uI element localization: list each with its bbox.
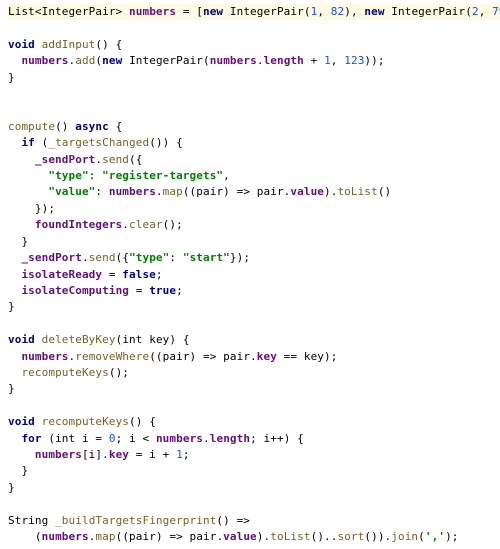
code-line: }	[8, 481, 15, 494]
code-line: String _buildTargetsFingerprint() =>	[8, 514, 250, 527]
code-line: numbers[i].key = i + 1;	[8, 448, 190, 461]
code-line	[8, 21, 15, 34]
code-line: numbers.add(new IntegerPair(numbers.leng…	[8, 54, 385, 67]
code-line: _sendPort.send({	[8, 153, 142, 166]
code-line: "value": numbers.map((pair) => pair.valu…	[8, 185, 391, 198]
code-line: }	[8, 464, 28, 477]
code-line: numbers.removeWhere((pair) => pair.key =…	[8, 350, 337, 363]
code-line: "type": "register-targets",	[8, 169, 230, 182]
code-line: _sendPort.send({"type": "start"});	[8, 251, 250, 264]
code-line	[8, 317, 15, 330]
code-line: for (int i = 0; i < numbers.length; i++)…	[8, 432, 304, 445]
code-line	[8, 87, 15, 100]
code-line: compute() async {	[8, 120, 122, 133]
code-line: }	[8, 71, 15, 84]
code-line	[8, 399, 15, 412]
code-line: }	[8, 235, 28, 248]
code-line: if (_targetsChanged()) {	[8, 136, 183, 149]
code-line: foundIntegers.clear();	[8, 218, 183, 231]
code-line	[8, 103, 15, 116]
code-line: void deleteByKey(int key) {	[8, 333, 190, 346]
code-line: isolateComputing = true;	[8, 284, 183, 297]
code-line: (numbers.map((pair) => pair.value).toLis…	[8, 530, 459, 543]
code-line: });	[8, 202, 55, 215]
code-line: recomputeKeys();	[8, 366, 129, 379]
code-line: isolateReady = false;	[8, 268, 163, 281]
code-line: }	[8, 382, 15, 395]
code-line: List<IntegerPair> numbers = [new Integer…	[8, 4, 500, 20]
code-line: void recomputeKeys() {	[8, 415, 156, 428]
code-line: void addInput() {	[8, 38, 122, 51]
code-line	[8, 497, 15, 510]
code-editor[interactable]: List<IntegerPair> numbers = [new Integer…	[0, 0, 500, 549]
code-line: }	[8, 300, 15, 313]
